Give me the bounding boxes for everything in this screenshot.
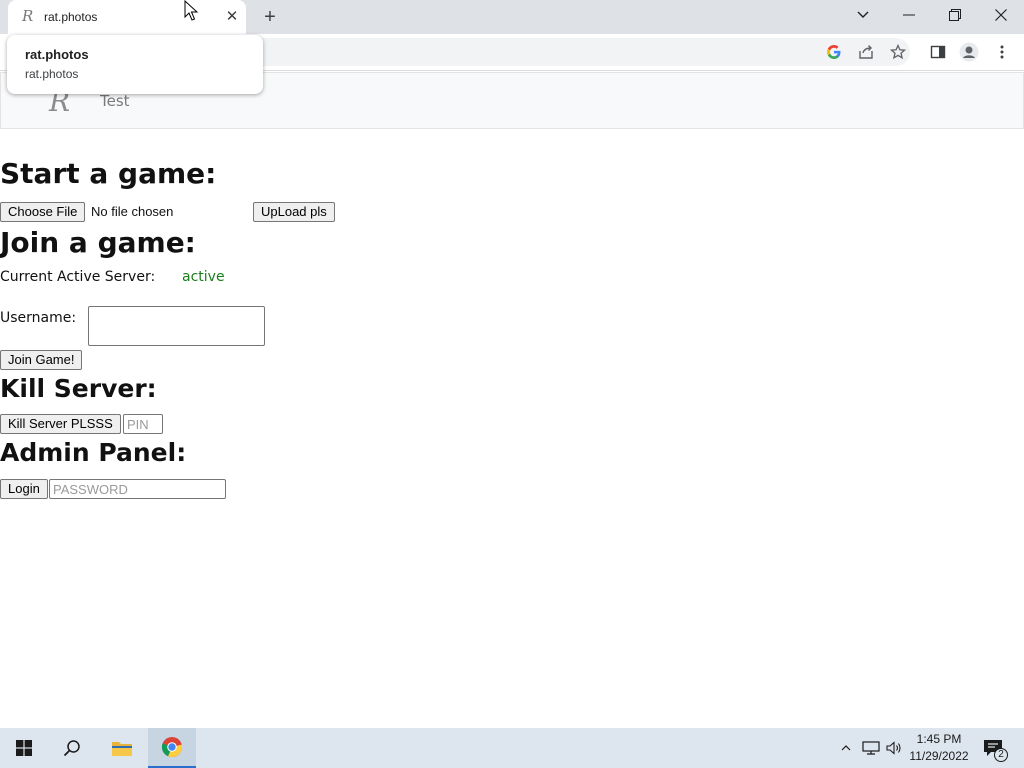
file-explorer-icon[interactable] xyxy=(98,728,146,768)
site-favicon-icon: R xyxy=(22,7,34,25)
tab-hover-card: rat.photos rat.photos xyxy=(7,35,263,94)
notification-count-badge: 2 xyxy=(994,748,1008,762)
browser-tab[interactable]: R rat.photos ✕ xyxy=(8,0,246,34)
username-input[interactable] xyxy=(88,306,265,346)
upload-button[interactable]: UpLoad pls xyxy=(253,202,335,222)
choose-file-button[interactable]: Choose File xyxy=(0,202,86,222)
google-lens-icon[interactable] xyxy=(824,42,844,62)
taskbar: 1:45 PM 11/29/2022 2 xyxy=(0,728,1024,768)
join-game-button[interactable]: Join Game! xyxy=(0,350,83,370)
tab-strip: R rat.photos ✕ + xyxy=(0,0,1024,34)
clock-time[interactable]: 1:45 PM xyxy=(906,732,972,746)
admin-panel-heading: Admin Panel: xyxy=(0,438,187,467)
windows-start-icon[interactable] xyxy=(0,728,48,768)
show-hidden-icons-icon[interactable] xyxy=(836,728,856,768)
share-icon[interactable] xyxy=(856,42,876,62)
hover-card-url: rat.photos xyxy=(25,67,79,81)
bookmark-star-icon[interactable] xyxy=(888,42,908,62)
server-status-text: active xyxy=(182,269,225,285)
tab-title: rat.photos xyxy=(44,10,98,24)
hover-card-title: rat.photos xyxy=(25,47,89,62)
kill-server-heading: Kill Server: xyxy=(0,374,157,403)
new-tab-icon[interactable]: + xyxy=(258,5,282,29)
join-game-heading: Join a game: xyxy=(0,226,196,259)
start-game-heading: Start a game: xyxy=(0,157,217,190)
pin-input[interactable] xyxy=(123,414,163,434)
page-content: R Test Start a game: Choose File No file… xyxy=(0,72,1024,728)
search-icon[interactable] xyxy=(48,728,96,768)
username-label: Username: xyxy=(0,310,77,326)
close-tab-icon[interactable]: ✕ xyxy=(223,8,241,26)
network-icon[interactable] xyxy=(860,728,882,768)
mouse-cursor-icon xyxy=(184,0,199,27)
current-server-label: Current Active Server: xyxy=(0,269,156,285)
side-panel-icon[interactable] xyxy=(928,42,948,62)
volume-icon[interactable] xyxy=(884,728,904,768)
no-file-chosen-text: No file chosen xyxy=(91,204,174,219)
close-window-icon[interactable] xyxy=(978,0,1024,30)
clock-date[interactable]: 11/29/2022 xyxy=(906,749,972,763)
restore-icon[interactable] xyxy=(932,0,978,30)
profile-avatar-icon[interactable] xyxy=(959,42,979,62)
nav-link-test[interactable]: Test xyxy=(100,92,130,110)
password-input[interactable] xyxy=(49,479,226,499)
login-button[interactable]: Login xyxy=(0,479,48,499)
more-menu-icon[interactable] xyxy=(992,42,1012,62)
chrome-taskbar-icon[interactable] xyxy=(148,728,196,768)
tab-search-chevron-icon[interactable] xyxy=(840,0,886,30)
notification-center-icon[interactable]: 2 xyxy=(978,728,1008,768)
kill-server-button[interactable]: Kill Server PLSSS xyxy=(0,414,121,434)
minimize-icon[interactable] xyxy=(886,0,932,30)
